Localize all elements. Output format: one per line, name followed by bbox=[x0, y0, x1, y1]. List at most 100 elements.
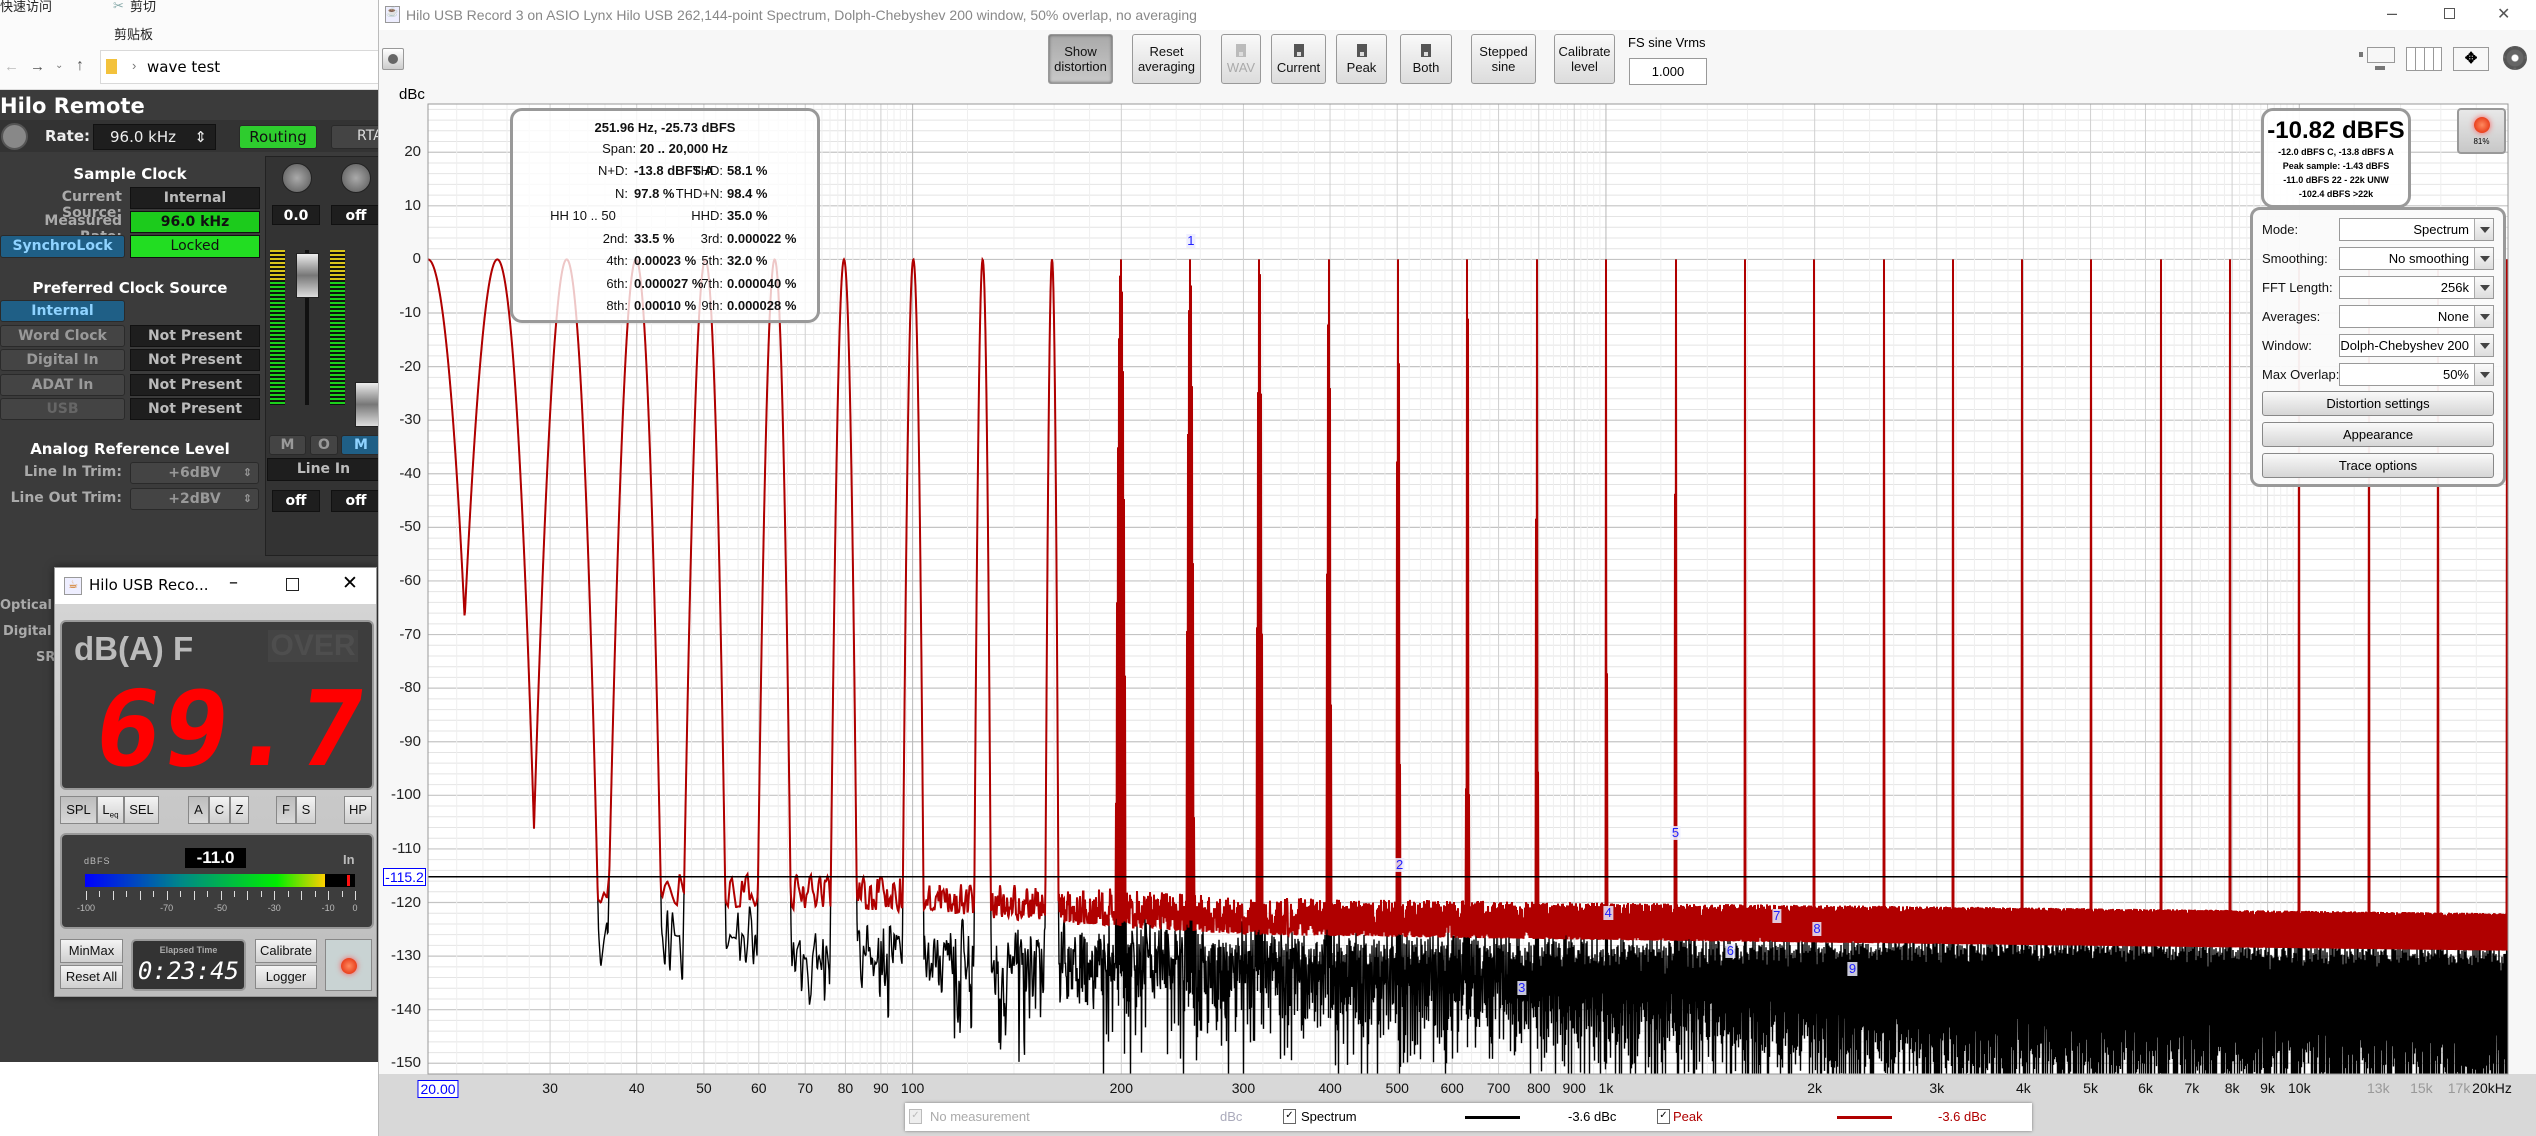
harmonic-marker: 5 bbox=[1670, 824, 1681, 840]
x-tick-label[interactable]: 20.00 bbox=[417, 1080, 459, 1098]
no-measurement-checkbox[interactable]: ✓ bbox=[909, 1109, 922, 1124]
chevron-down-icon[interactable] bbox=[2474, 306, 2493, 327]
record-level-button[interactable]: 81% bbox=[2457, 108, 2506, 154]
level-line-3: -11.0 dBFS 22 - 22k UNW bbox=[2283, 175, 2389, 185]
reset-averaging-button[interactable]: Reset averaging bbox=[1132, 34, 1201, 84]
chevron-down-icon[interactable] bbox=[2474, 277, 2493, 298]
setting-dropdown-mode[interactable]: Spectrum bbox=[2339, 218, 2494, 241]
wav-button[interactable]: WAV bbox=[1221, 34, 1261, 84]
setting-dropdown-fftlength[interactable]: 256k bbox=[2339, 276, 2494, 299]
y-tick-label: -40 bbox=[399, 464, 421, 482]
chevron-down-icon[interactable] bbox=[2474, 335, 2493, 356]
spectrum-line-swatch bbox=[1465, 1116, 1520, 1119]
y-tick-label: -120 bbox=[390, 893, 421, 911]
readout-label: 9th: bbox=[701, 298, 723, 313]
setting-label: FFT Length: bbox=[2262, 280, 2333, 295]
button-label-line2: distortion bbox=[1054, 59, 1107, 74]
spectrum-checkbox[interactable]: ✓ bbox=[1283, 1109, 1296, 1124]
readout-value: 0.000040 % bbox=[727, 275, 797, 291]
button-label-line2: level bbox=[1571, 59, 1598, 74]
x-tick-label: 10k bbox=[2287, 1080, 2311, 1096]
readout-span: Span: 20 .. 20,000 Hz bbox=[513, 141, 817, 156]
peak-legend-value: -3.6 dBc bbox=[1938, 1109, 1987, 1124]
span-value: 20 .. 20,000 Hz bbox=[639, 141, 728, 156]
readout-value: 0.000028 % bbox=[727, 298, 797, 313]
x-tick-label: 6k bbox=[2138, 1080, 2153, 1096]
y-tick-label: 10 bbox=[404, 196, 421, 214]
distortion-settings-button[interactable]: Distortion settings bbox=[2262, 391, 2494, 416]
level-line-2: Peak sample: -1.43 dBFS bbox=[2282, 161, 2390, 171]
spectrum-chart[interactable] bbox=[0, 0, 2536, 1136]
readout-right: 3rd: bbox=[513, 231, 723, 246]
calibrate-level-button[interactable]: Calibrate level bbox=[1554, 34, 1615, 84]
y-tick-label: -110 bbox=[392, 839, 421, 857]
readout-value: 0.000022 % bbox=[727, 230, 797, 246]
dropdown-value: None bbox=[2437, 309, 2469, 324]
readout-right: 9th: bbox=[513, 298, 723, 313]
button-label-line2: Peak bbox=[1346, 59, 1377, 75]
legend-bar: ✓ No measurement dBc ✓ Spectrum -3.6 dBc… bbox=[905, 1103, 2032, 1131]
no-measurement-label: No measurement bbox=[930, 1109, 1030, 1124]
x-tick-label: 70 bbox=[797, 1080, 814, 1096]
peak-line-swatch bbox=[1837, 1116, 1892, 1119]
readout-right: THD: bbox=[513, 163, 723, 178]
y-tick-label: 20 bbox=[404, 143, 421, 161]
cursor-level-label[interactable]: -115.2 bbox=[383, 867, 426, 886]
x-tick-label: 400 bbox=[1318, 1080, 1342, 1096]
stepped-sine-button[interactable]: Stepped sine bbox=[1471, 34, 1536, 84]
setting-label: Window: bbox=[2262, 338, 2312, 353]
show-distortion-button[interactable]: Show distortion bbox=[1048, 34, 1113, 84]
no-measurement-unit: dBc bbox=[1220, 1109, 1243, 1124]
x-tick-label: 60 bbox=[751, 1080, 767, 1096]
chevron-down-icon[interactable] bbox=[2474, 248, 2493, 269]
setting-label: Mode: bbox=[2262, 222, 2299, 237]
x-tick-label: 800 bbox=[1527, 1080, 1551, 1096]
trace-options-button[interactable]: Trace options bbox=[2262, 453, 2494, 478]
readout-right: 7th: bbox=[513, 276, 723, 291]
button-label-line2: Both bbox=[1412, 59, 1440, 75]
floppy-disk-icon bbox=[1421, 43, 1431, 57]
readout-label: THD: bbox=[692, 163, 723, 178]
readout-label: 3rd: bbox=[700, 230, 723, 246]
setting-dropdown-window[interactable]: Dolph-Chebyshev 200 bbox=[2339, 334, 2494, 357]
x-tick-label: 30 bbox=[542, 1080, 558, 1096]
peak-legend-label: Peak bbox=[1673, 1109, 1703, 1124]
chevron-down-icon[interactable] bbox=[2474, 219, 2493, 240]
x-tick-label: 5k bbox=[2083, 1080, 2098, 1096]
readout-frequency-level: 251.96 Hz, -25.73 dBFS bbox=[594, 120, 736, 135]
readout-value: 32.0 % bbox=[727, 253, 768, 268]
harmonic-marker: 3 bbox=[1517, 980, 1527, 996]
current-button[interactable]: Current bbox=[1271, 34, 1326, 84]
readout-value: 58.1 % bbox=[727, 163, 768, 178]
level-main: -10.82 dBFS bbox=[2267, 117, 2405, 144]
dropdown-value: No smoothing bbox=[2388, 251, 2469, 266]
floppy-disk-icon bbox=[1293, 43, 1304, 57]
peak-checkbox[interactable]: ✓ bbox=[1657, 1109, 1670, 1124]
setting-label: Averages: bbox=[2262, 309, 2321, 324]
record-level-percent: 81% bbox=[2473, 137, 2490, 146]
level-line-1: -12.0 dBFS C, -13.8 dBFS A bbox=[2278, 147, 2394, 157]
both-button[interactable]: Both bbox=[1400, 34, 1452, 84]
readout-value: 35.0 % bbox=[727, 208, 768, 223]
peak-button[interactable]: Peak bbox=[1336, 34, 1387, 84]
x-tick-label: 300 bbox=[1231, 1080, 1256, 1096]
chevron-down-icon[interactable] bbox=[2474, 364, 2493, 385]
x-tick-label: 15k bbox=[2410, 1080, 2433, 1096]
appearance-button[interactable]: Appearance bbox=[2262, 422, 2494, 447]
x-tick-label: 500 bbox=[1385, 1080, 1409, 1096]
button-label-line1: Stepped bbox=[1479, 44, 1528, 59]
x-tick-label: 7k bbox=[2184, 1080, 2200, 1096]
x-tick-label: 20kHz bbox=[2472, 1080, 2512, 1096]
setting-dropdown-maxoverlap[interactable]: 50% bbox=[2339, 363, 2494, 386]
button-label-line2: WAV bbox=[1226, 59, 1256, 75]
readout-label: THD+N: bbox=[675, 185, 723, 201]
record-icon bbox=[2474, 117, 2490, 133]
setting-dropdown-smoothing[interactable]: No smoothing bbox=[2339, 247, 2494, 270]
floppy-disk-icon bbox=[1236, 43, 1246, 57]
y-tick-label: -100 bbox=[390, 786, 421, 804]
y-tick-label: -80 bbox=[399, 679, 421, 697]
y-tick-label: -10 bbox=[399, 304, 421, 321]
readout-right: 5th: bbox=[513, 253, 723, 268]
button-label-line1: Reset bbox=[1149, 44, 1184, 59]
setting-dropdown-averages[interactable]: None bbox=[2339, 305, 2494, 328]
